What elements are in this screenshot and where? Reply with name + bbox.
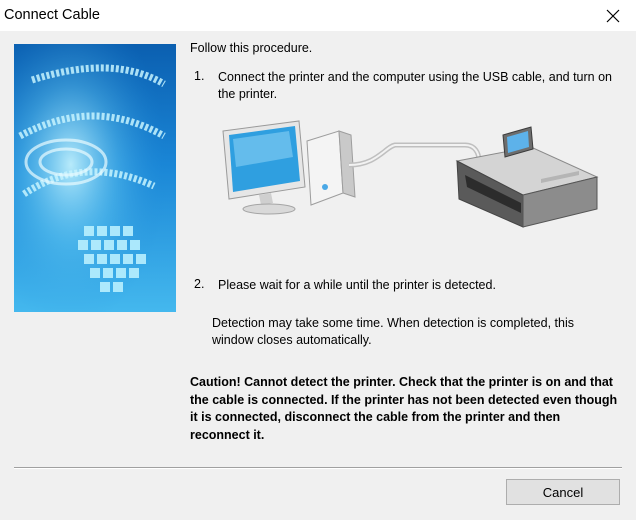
close-icon: [606, 9, 620, 22]
banner-image: [14, 44, 176, 312]
caution-message: Caution! Cannot detect the printer. Chec…: [190, 375, 618, 442]
step-number: 2.: [194, 277, 205, 291]
footer-separator: [14, 467, 622, 469]
detection-note: Detection may take some time. When detec…: [212, 316, 574, 347]
printer-icon: [455, 126, 599, 228]
step-text: Please wait for a while until the printe…: [218, 278, 496, 292]
window-title: Connect Cable: [4, 7, 100, 23]
step-number: 1.: [194, 69, 205, 83]
step-text: Connect the printer and the computer usi…: [218, 70, 612, 101]
intro-text: Follow this procedure.: [190, 41, 313, 55]
title-bar: Connect Cable: [0, 0, 636, 31]
desktop-computer-icon: [222, 120, 356, 215]
close-button[interactable]: [590, 0, 636, 31]
cancel-button[interactable]: Cancel: [506, 479, 620, 505]
connection-diagram: [219, 117, 601, 233]
